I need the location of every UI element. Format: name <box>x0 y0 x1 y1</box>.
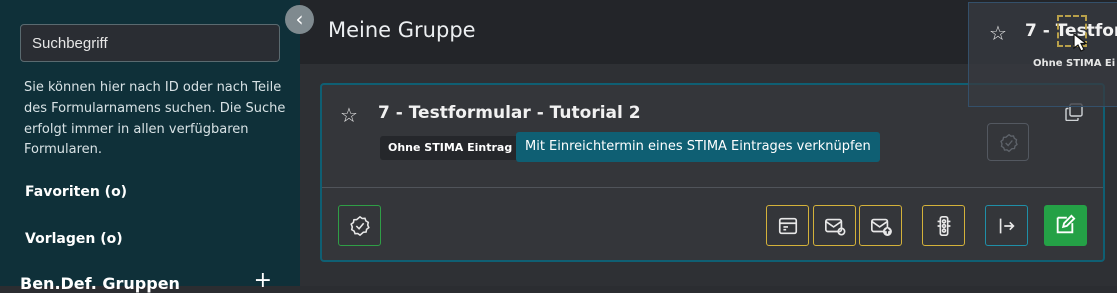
page-title: Meine Gruppe <box>328 18 476 42</box>
calendar-card-icon <box>778 217 798 235</box>
mail-upload-icon <box>871 218 892 236</box>
exit-button[interactable] <box>985 205 1028 246</box>
certify-button[interactable] <box>338 205 381 246</box>
exit-arrow-icon <box>999 218 1015 234</box>
sidebar-item-templates[interactable]: Vorlagen (o) <box>25 231 123 247</box>
traffic-light-icon <box>937 216 951 236</box>
search-input[interactable] <box>20 24 280 62</box>
add-group-icon[interactable]: + <box>254 268 272 293</box>
groups-label: Ben.Def. Gruppen <box>20 274 180 293</box>
search-help-text: Sie können hier nach ID oder nach Teile … <box>24 80 286 158</box>
email-upload-button[interactable] <box>859 205 902 246</box>
star-outline-icon: ☆ <box>989 21 1007 45</box>
sidebar: Sie können hier nach ID oder nach Teile … <box>0 0 300 293</box>
badge-check-icon <box>1000 133 1018 153</box>
mail-at-icon <box>825 218 846 236</box>
badge-check-icon <box>350 215 370 237</box>
status-light-button[interactable] <box>922 205 965 246</box>
form-card[interactable]: ☆ 7 - Testformular - Tutorial 2 Ohne STI… <box>320 83 1105 262</box>
edit-icon <box>1056 214 1076 234</box>
email-button[interactable] <box>813 205 856 246</box>
ghost-check-button <box>987 123 1029 161</box>
mouse-cursor-icon <box>1073 33 1088 52</box>
card-divider <box>322 187 1103 188</box>
link-stima-button[interactable]: Mit Einreichtermin eines STIMA Eintrages… <box>516 132 880 162</box>
status-badge: Ohne STIMA Eintrag <box>380 136 521 160</box>
collapse-sidebar-button[interactable]: ‹ <box>285 5 314 34</box>
schedule-button[interactable] <box>766 205 809 246</box>
sidebar-item-favorites[interactable]: Favoriten (o) <box>25 184 127 200</box>
edit-button[interactable] <box>1044 205 1087 246</box>
sidebar-groups-header[interactable]: Ben.Def. Gruppen + <box>20 268 272 293</box>
chevron-left-icon: ‹ <box>295 7 304 31</box>
form-title: 7 - Testformular - Tutorial 2 <box>378 103 641 123</box>
drag-preview: ☆ 7 - Testformu Ohne STIMA Ei <box>968 2 1117 107</box>
star-outline-icon[interactable]: ☆ <box>340 103 358 127</box>
drag-preview-badge: Ohne STIMA Ei <box>1033 58 1116 69</box>
